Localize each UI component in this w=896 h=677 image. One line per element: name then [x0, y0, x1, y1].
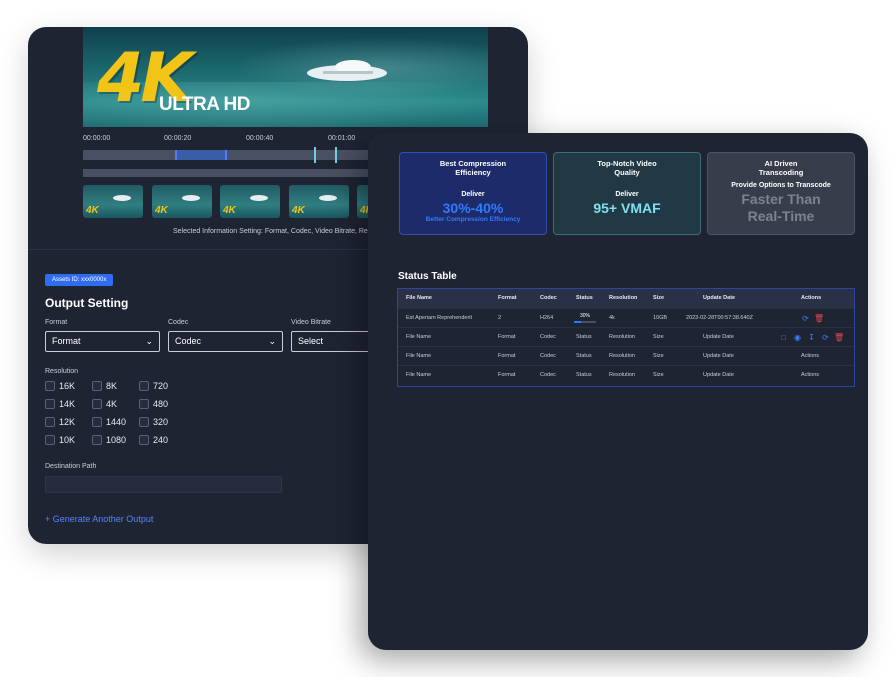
- asset-id-badge: Assets ID: xxx0000x: [45, 274, 114, 286]
- timeline-label: 00:01:00: [328, 135, 356, 142]
- eye-icon[interactable]: ◉: [793, 333, 802, 342]
- download-icon[interactable]: ↧: [807, 333, 816, 342]
- status-table: File Name Format Codec Status Resolution…: [397, 288, 855, 387]
- feature-card-quality: Top-Notch Video Quality Deliver 95+ VMAF: [553, 152, 701, 235]
- video-bitrate-label: Video Bitrate: [291, 319, 331, 326]
- destination-path-input[interactable]: [45, 476, 282, 493]
- thumbnail[interactable]: 4K: [220, 185, 280, 218]
- thumbnail[interactable]: 4K: [83, 185, 143, 218]
- table-row[interactable]: File Name Format Codec Status Resolution…: [398, 346, 854, 365]
- refresh-icon[interactable]: ⟳: [801, 314, 810, 323]
- status-table-title: Status Table: [398, 271, 457, 282]
- resolution-label: Resolution: [45, 368, 79, 375]
- column-header[interactable]: Size: [653, 289, 664, 308]
- timeline-track-2[interactable]: [83, 169, 373, 177]
- format-select[interactable]: Format ⌄: [45, 331, 160, 352]
- timeline-track[interactable]: [83, 150, 373, 160]
- resolution-options: 16K 8K 720 14K 4K 480 12K 1440 320 10K 1…: [45, 381, 245, 461]
- video-preview[interactable]: 4K ULTRA HD: [83, 27, 488, 127]
- chevron-down-icon: ⌄: [145, 336, 153, 346]
- codec-label: Codec: [168, 319, 189, 326]
- folder-icon[interactable]: □: [779, 333, 788, 342]
- codec-select[interactable]: Codec ⌄: [168, 331, 283, 352]
- logo-ultra-hd: ULTRA HD: [159, 94, 250, 115]
- table-header: File Name Format Codec Status Resolution…: [398, 289, 854, 308]
- status-dashboard-panel: Best Compression Efficiency Deliver 30%-…: [368, 133, 868, 650]
- output-setting-title: Output Setting: [45, 296, 129, 310]
- format-label: Format: [45, 319, 68, 326]
- timeline-label: 00:00:20: [164, 135, 192, 142]
- table-row[interactable]: File Name Format Codec Status Resolution…: [398, 327, 854, 346]
- trash-icon[interactable]: 🗑: [814, 314, 824, 323]
- timeline-marker[interactable]: [335, 147, 337, 163]
- timeline-marker[interactable]: [314, 147, 316, 163]
- table-row[interactable]: Est Aperiam Reprehenderit 2 H264 30% 4k …: [398, 308, 854, 327]
- thumbnail[interactable]: 4K: [152, 185, 212, 218]
- timeline-label: 00:00:00: [83, 135, 111, 142]
- column-header[interactable]: Codec: [540, 289, 557, 308]
- thumbnail-strip: 4K 4K 4K 4K 4K: [83, 185, 383, 219]
- column-header[interactable]: Update Date: [703, 289, 735, 308]
- feature-card-compression: Best Compression Efficiency Deliver 30%-…: [399, 152, 547, 235]
- timeline-selection[interactable]: [175, 150, 227, 160]
- column-header[interactable]: Format: [498, 289, 517, 308]
- generate-another-output-link[interactable]: + Generate Another Output: [45, 514, 153, 524]
- selected-info-text: Selected Information Setting: Format, Co…: [173, 228, 376, 235]
- column-header[interactable]: Actions: [801, 289, 821, 308]
- chevron-down-icon: ⌄: [268, 336, 276, 346]
- thumbnail[interactable]: 4K: [289, 185, 349, 218]
- column-header[interactable]: File Name: [406, 289, 432, 308]
- column-header[interactable]: Resolution: [609, 289, 637, 308]
- table-row[interactable]: File Name Format Codec Status Resolution…: [398, 365, 854, 384]
- destination-path-label: Destination Path: [45, 463, 97, 470]
- trash-icon[interactable]: 🗑: [834, 333, 844, 342]
- boat-image: [307, 60, 387, 81]
- refresh-icon[interactable]: ⟳: [821, 333, 830, 342]
- status-progress: 30%: [574, 313, 596, 324]
- column-header[interactable]: Status: [576, 289, 593, 308]
- timeline-label: 00:00:40: [246, 135, 274, 142]
- feature-card-ai-transcoding: AI Driven Transcoding Provide Options to…: [707, 152, 855, 235]
